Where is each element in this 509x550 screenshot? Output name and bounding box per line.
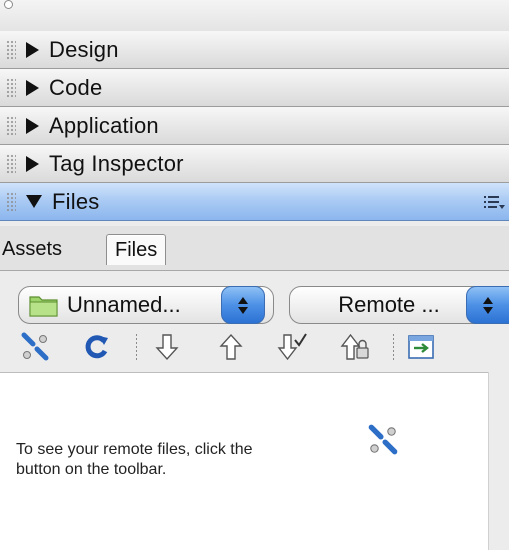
vertical-scrollbar[interactable] [488,372,509,550]
tab-assets[interactable]: Assets [2,234,62,264]
check-out-button[interactable] [276,330,310,364]
grip-icon[interactable] [6,115,16,136]
site-select[interactable]: Unnamed... [18,286,274,324]
circle-icon [4,0,13,9]
expand-button[interactable] [404,330,438,364]
files-panel-window: Design Code Application Tag Inspector Fi… [0,0,509,550]
panel-header-code[interactable]: Code [0,69,509,107]
expand-icon [408,335,434,359]
get-files-icon [155,334,179,361]
panel-title-files: Files [52,188,100,214]
get-files-button[interactable] [150,330,184,364]
top-clipped-strip [0,0,509,32]
panel-header-application[interactable]: Application [0,107,509,145]
remote-file-list[interactable]: To see your remote files, click the butt… [0,372,488,550]
connect-icon [368,424,398,455]
grip-icon[interactable] [6,39,16,60]
refresh-icon [85,335,108,359]
tab-files[interactable]: Files [106,234,167,265]
toolbar-separator [136,334,137,362]
disclosure-triangle-icon[interactable] [26,117,39,134]
disclosure-triangle-icon[interactable] [26,41,39,58]
panel-options-menu-icon[interactable] [483,193,505,211]
check-out-icon [277,333,307,361]
disclosure-triangle-icon[interactable] [26,155,39,172]
panel-header-files[interactable]: Files [0,183,509,221]
remote-files-message: To see your remote files, click the butt… [16,440,396,480]
connect-button[interactable] [18,330,52,364]
site-select-stepper-icon[interactable] [221,286,265,324]
check-in-icon [340,333,369,360]
put-files-button[interactable] [214,330,248,364]
folder-icon [29,296,58,317]
panel-title-application: Application [49,112,159,138]
connect-icon [21,332,49,361]
disclosure-triangle-icon[interactable] [26,79,39,96]
refresh-button[interactable] [80,330,114,364]
panel-header-tag-inspector[interactable]: Tag Inspector [0,145,509,183]
grip-icon[interactable] [6,153,16,174]
grip-icon[interactable] [6,191,16,212]
check-in-button[interactable] [338,330,372,364]
message-line-1: To see your remote files, click the [16,441,253,458]
panel-header-design[interactable]: Design [0,31,509,69]
files-toolbar [0,328,509,368]
view-select[interactable]: Remote ... [289,286,509,324]
grip-icon[interactable] [6,77,16,98]
panel-tab-bar: Assets Files [0,226,509,271]
toolbar-separator [393,334,394,362]
panel-title-code: Code [49,74,103,100]
message-line-2: button on the toolbar. [16,461,167,478]
panel-title-tag-inspector: Tag Inspector [49,150,184,176]
view-select-stepper-icon[interactable] [466,286,509,324]
put-files-icon [219,333,243,360]
disclosure-triangle-expanded-icon[interactable] [26,195,42,208]
panel-title-design: Design [49,36,119,62]
